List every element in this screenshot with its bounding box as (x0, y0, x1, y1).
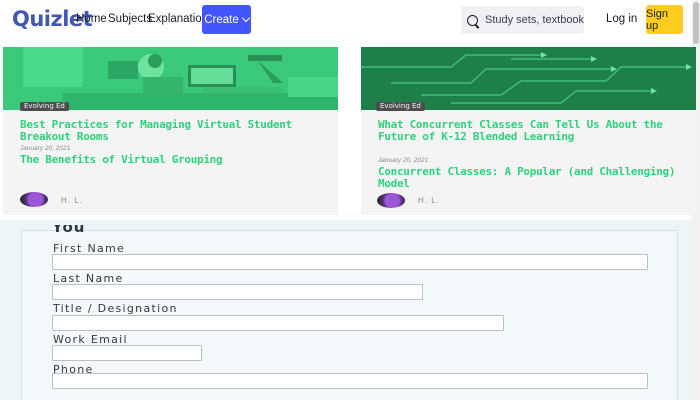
work-email-field[interactable] (52, 345, 202, 361)
category-tag[interactable]: Evolving Ed (20, 102, 69, 111)
login-link[interactable]: Log in (606, 13, 637, 25)
author-name: H. L. (418, 196, 440, 205)
article-title[interactable]: Best Practices for Managing Virtual Stud… (20, 119, 320, 143)
author-name: H. L. (61, 196, 83, 205)
article-date: January 20, 2021 (20, 145, 71, 152)
article-image-virtual-classroom (3, 47, 338, 110)
last-name-field[interactable] (52, 284, 423, 300)
author-avatar (377, 193, 405, 208)
create-button[interactable]: Create (202, 5, 251, 34)
first-name-field[interactable] (52, 254, 648, 270)
signup-button[interactable]: Sign up (646, 5, 683, 34)
author-avatar (20, 192, 48, 207)
article-card[interactable]: Evolving Ed What Concurrent Classes Can … (361, 47, 696, 215)
search-input[interactable]: Study sets, textbooks, ... (461, 6, 584, 34)
article-subtitle[interactable]: Concurrent Classes: A Popular (and Chall… (378, 166, 678, 190)
phone-field[interactable] (52, 373, 648, 389)
nav-link-subjects[interactable]: Subjects (108, 13, 152, 25)
top-nav: Quizlet Home Subjects Explanations Creat… (0, 0, 700, 42)
article-title[interactable]: What Concurrent Classes Can Tell Us Abou… (378, 119, 678, 143)
scrollbar-thumb[interactable] (693, 2, 699, 44)
article-subtitle[interactable]: The Benefits of Virtual Grouping (20, 154, 320, 166)
article-date: January 20, 2021 (378, 157, 429, 164)
nav-link-home[interactable]: Home (76, 13, 107, 25)
title-designation-field[interactable] (52, 315, 504, 331)
article-image-circuit-arrows (361, 47, 696, 110)
article-card[interactable]: Evolving Ed Best Practices for Managing … (3, 47, 338, 215)
chevron-down-icon (241, 13, 251, 22)
title-designation-label: Title / Designation (53, 302, 178, 315)
create-label: Create (204, 13, 239, 26)
search-placeholder: Study sets, textbooks, ... (485, 14, 584, 26)
search-icon (467, 14, 478, 26)
category-tag[interactable]: Evolving Ed (376, 102, 425, 111)
